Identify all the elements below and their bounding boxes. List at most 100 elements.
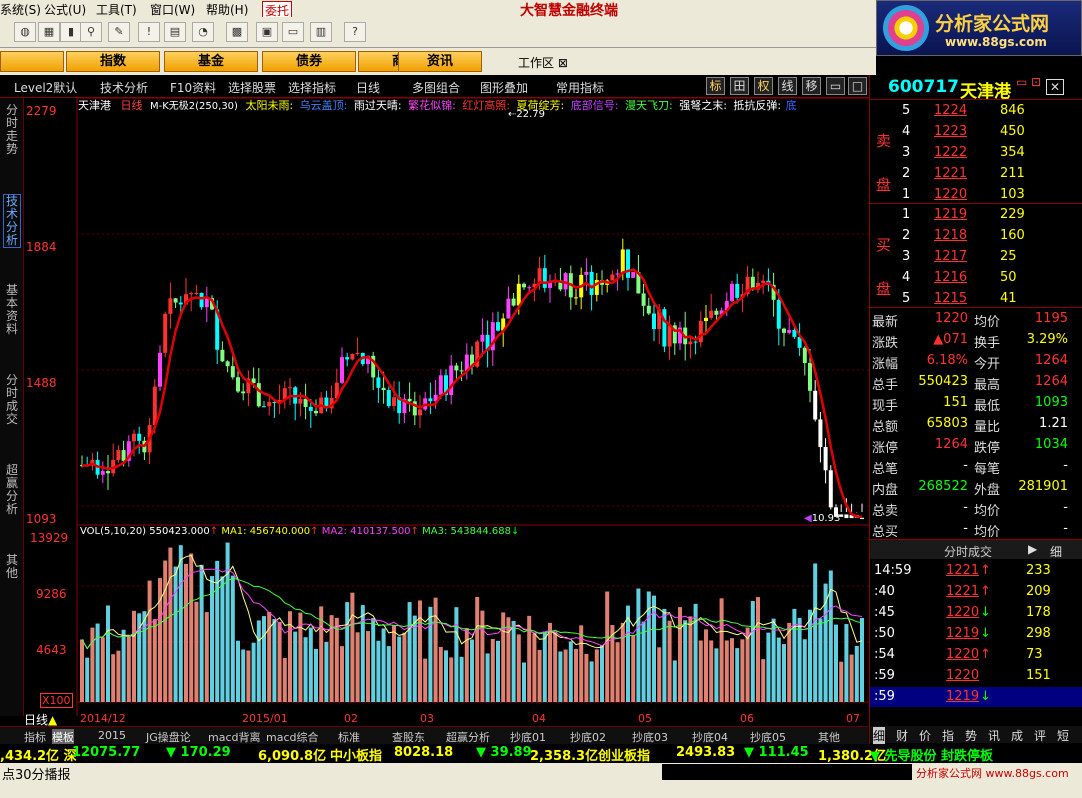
trade-row[interactable]: :45 1220 ↓ 178	[870, 603, 1082, 623]
stat-row[interactable]: 总手 550423 最高 1264	[870, 372, 1082, 393]
tab-super-analysis[interactable]: 超赢分析	[3, 464, 21, 516]
indicator-tab[interactable]: 抄底03	[632, 729, 668, 745]
menu-tools[interactable]: 工具(T)	[96, 1, 137, 18]
quote-tab[interactable]: 势	[965, 727, 977, 744]
tab-basic-info[interactable]: 基本资料	[3, 284, 21, 336]
stat-row[interactable]: 总卖 - 均价 -	[870, 498, 1082, 519]
menu-window[interactable]: 窗口(W)	[150, 1, 195, 18]
quote-tab[interactable]: 财	[896, 727, 908, 744]
ask-row[interactable]: 4 1223 450	[870, 122, 1082, 142]
stat-row[interactable]: 总笔 - 每笔 -	[870, 456, 1082, 477]
indicator-tab[interactable]: JG操盘论	[146, 729, 191, 745]
indicator-tab[interactable]: 超赢分析	[446, 729, 490, 745]
quote-tab[interactable]: 价	[919, 727, 931, 744]
bid-row[interactable]: 1 1219 229	[870, 205, 1082, 225]
bar-icon[interactable]: ▮	[60, 22, 82, 42]
stat-row[interactable]: 涨幅 6.18% 今开 1264	[870, 351, 1082, 372]
tab-time-sharing[interactable]: 分时走势	[3, 104, 21, 156]
close-icon[interactable]: ✕	[1046, 79, 1064, 95]
bid-row[interactable]: 5 1215 41	[870, 289, 1082, 309]
menu-system[interactable]: 系统(S)	[0, 1, 41, 18]
quote-tab[interactable]: 指	[942, 727, 954, 744]
nav-index[interactable]: 指数	[66, 51, 160, 72]
grid-icon[interactable]: ▦	[38, 22, 60, 42]
func-pick-stock[interactable]: 选择股票	[228, 79, 276, 96]
trade-row[interactable]: :59 1219 ↓	[870, 687, 1082, 707]
restore-icon[interactable]: ▭	[826, 77, 845, 95]
indicator-tab[interactable]: 查股东	[392, 729, 425, 745]
alert-icon[interactable]: !	[138, 22, 160, 42]
trade-row[interactable]: :40 1221 ↑ 209	[870, 582, 1082, 602]
nav-fund[interactable]: 基金	[164, 51, 258, 72]
func-btn-line[interactable]: 线	[778, 77, 797, 95]
trade-row[interactable]: :54 1220 ↑ 73	[870, 645, 1082, 665]
stat-row[interactable]: 总额 65803 量比 1.21	[870, 414, 1082, 435]
indicator-tab[interactable]: 抄底04	[692, 729, 728, 745]
pen-icon[interactable]: ✎	[108, 22, 130, 42]
func-btn-grid[interactable]: 田	[730, 77, 749, 95]
quote-tab[interactable]: 评	[1034, 727, 1046, 744]
func-level2[interactable]: Level2默认	[14, 79, 77, 96]
flag-icon[interactable]: ◍	[14, 22, 36, 42]
trade-row[interactable]: 14:59 1221 ↑ 233	[870, 561, 1082, 581]
period-switch[interactable]: 日线▲	[24, 711, 76, 727]
quote-tab[interactable]: 短	[1057, 727, 1069, 744]
indicator-tab[interactable]: 指标	[24, 729, 46, 745]
indicator-tab[interactable]: macd背离	[208, 729, 261, 745]
trade-row[interactable]: :50 1219 ↓ 298	[870, 624, 1082, 644]
func-common-ind[interactable]: 常用指标	[556, 79, 604, 96]
tab-tech-analysis[interactable]: 技术分析	[3, 194, 21, 248]
ask-row[interactable]: 1 1220 103	[870, 185, 1082, 205]
indicator-tab[interactable]: 抄底05	[750, 729, 786, 745]
trade-row[interactable]: :59 1220 151	[870, 666, 1082, 686]
indicator-tab[interactable]: 2015	[98, 729, 126, 742]
stat-row[interactable]: 涨跌 ▲071 换手 3.29%	[870, 330, 1082, 351]
menu-formula[interactable]: 公式(U)	[44, 1, 86, 18]
quote-tab[interactable]: 成	[1011, 727, 1023, 744]
menu-help[interactable]: 帮助(H)	[206, 1, 248, 18]
binoculars-icon[interactable]: ⚲	[80, 22, 102, 42]
quote-tab[interactable]: 讯	[988, 727, 1000, 744]
func-daily[interactable]: 日线	[356, 79, 380, 96]
books-icon[interactable]: ▥	[310, 22, 332, 42]
nav-info[interactable]: 资讯	[398, 51, 482, 72]
stat-row[interactable]: 总买 - 均价 -	[870, 519, 1082, 540]
func-btn-move[interactable]: 移	[802, 77, 821, 95]
indicator-tab[interactable]: 抄底02	[570, 729, 606, 745]
func-multi[interactable]: 多图组合	[412, 79, 460, 96]
nav-bond[interactable]: 债券	[262, 51, 356, 72]
workarea-label[interactable]: 工作区 ⊠	[518, 54, 568, 71]
nav-blank[interactable]	[0, 51, 64, 72]
bid-row[interactable]: 2 1218 160	[870, 226, 1082, 246]
ask-row[interactable]: 5 1224 846	[870, 101, 1082, 121]
stat-row[interactable]: 内盘 268522 外盘 281901	[870, 477, 1082, 498]
func-f10[interactable]: F10资料	[170, 79, 216, 96]
func-overlay[interactable]: 图形叠加	[480, 79, 528, 96]
stat-row[interactable]: 涨停 1264 跌停 1034	[870, 435, 1082, 456]
bid-row[interactable]: 4 1216 50	[870, 268, 1082, 288]
dial-icon[interactable]: ◔	[192, 22, 214, 42]
bid-row[interactable]: 3 1217 25	[870, 247, 1082, 267]
tab-other[interactable]: 其他	[3, 554, 21, 580]
quote-tab[interactable]: 细	[873, 727, 886, 744]
play-icon[interactable]: ▶	[1028, 542, 1037, 556]
func-pick-indicator[interactable]: 选择指标	[288, 79, 336, 96]
func-tech[interactable]: 技术分析	[100, 79, 148, 96]
indicator-tab[interactable]: 抄底01	[510, 729, 546, 745]
maximize-icon[interactable]: □	[848, 77, 867, 95]
indicator-tab[interactable]: 其他	[818, 729, 840, 745]
ask-row[interactable]: 3 1222 354	[870, 143, 1082, 163]
stat-row[interactable]: 现手 151 最低 1093	[870, 393, 1082, 414]
window-icon[interactable]: ▭	[282, 22, 304, 42]
func-btn-rights[interactable]: 权	[754, 77, 773, 95]
detail-button[interactable]: 细	[1050, 543, 1062, 560]
stat-row[interactable]: 最新 1220 均价 1195	[870, 309, 1082, 330]
kline-chart[interactable]	[24, 98, 869, 716]
chart-icon[interactable]: ▩	[226, 22, 248, 42]
window-controls[interactable]: ▭ ⊡	[1016, 75, 1041, 89]
layout-icon[interactable]: ▣	[256, 22, 278, 42]
stats-icon[interactable]: ▤	[164, 22, 186, 42]
help-cursor-icon[interactable]: ?	[344, 22, 366, 42]
ask-row[interactable]: 2 1221 211	[870, 164, 1082, 184]
indicator-tab[interactable]: macd综合	[266, 729, 319, 745]
